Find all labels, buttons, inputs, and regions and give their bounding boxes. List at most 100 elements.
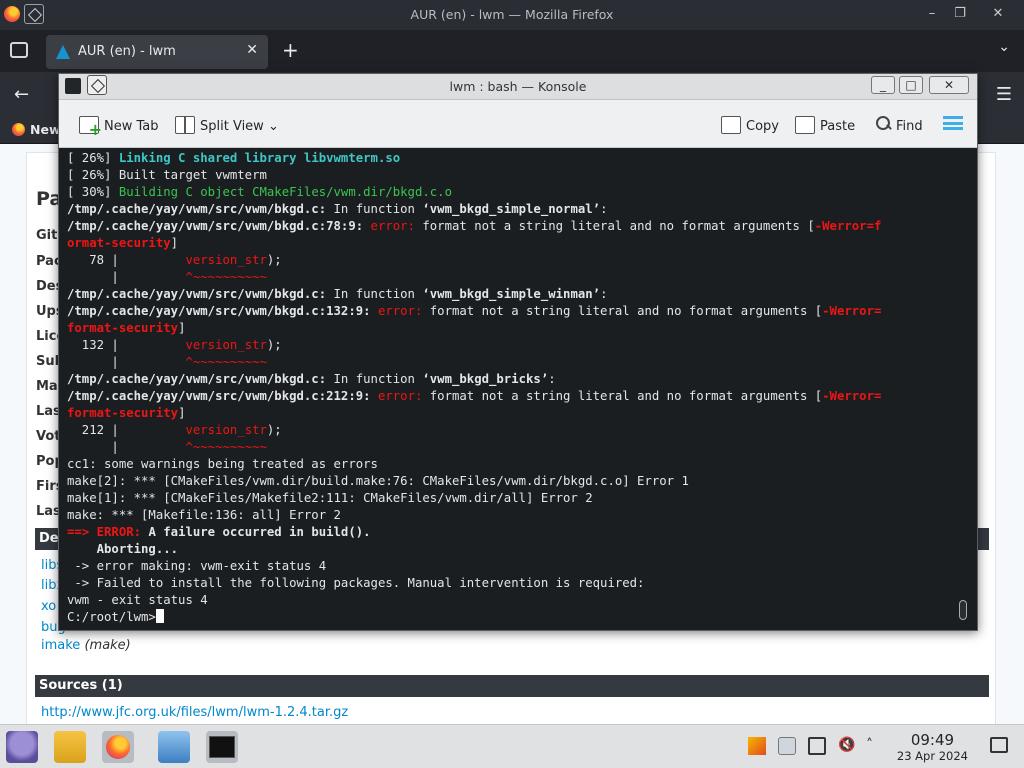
terminal-text: ); bbox=[266, 253, 282, 267]
terminal-text: : bbox=[600, 287, 608, 301]
terminal-text: | bbox=[67, 440, 186, 454]
terminal-text: make[1]: *** [CMakeFiles/Makefile2:111: … bbox=[67, 491, 593, 505]
konsole-icon bbox=[209, 736, 235, 758]
scrollbar-handle[interactable] bbox=[959, 600, 967, 620]
clock-date: 23 Apr 2024 bbox=[896, 749, 968, 763]
terminal-line: [ 26%] Linking C shared library libvwmte… bbox=[67, 150, 957, 167]
copy-button[interactable]: Copy bbox=[721, 116, 779, 134]
update-notifier-icon[interactable] bbox=[748, 737, 766, 755]
search-icon bbox=[875, 116, 891, 134]
terminal-text: ); bbox=[266, 423, 282, 437]
volume-muted-icon[interactable]: 🔇 bbox=[838, 737, 856, 755]
paste-label: Paste bbox=[820, 119, 856, 134]
back-button[interactable]: ← bbox=[14, 84, 29, 105]
terminal-line: [ 30%] Building C object CMakeFiles/vwm.… bbox=[67, 184, 957, 201]
split-view-button[interactable]: Split View ⌄ bbox=[175, 116, 279, 134]
terminal-text: [ 26%] bbox=[67, 151, 119, 165]
system-settings-icon[interactable] bbox=[158, 731, 190, 763]
terminal-line: format-security] bbox=[67, 405, 957, 422]
find-label: Find bbox=[896, 119, 923, 134]
maximize-button[interactable]: ❐ bbox=[950, 4, 970, 24]
terminal-text: -> error making: vwm-exit status 4 bbox=[67, 559, 327, 573]
terminal-text: error: bbox=[377, 304, 423, 318]
dependency-link[interactable]: xo bbox=[41, 599, 56, 614]
terminal-line: Aborting... bbox=[67, 541, 957, 558]
desktop: AUR (en) - lwm — Mozilla Firefox – ❐ ✕ A… bbox=[0, 0, 1024, 768]
tab-list-icon[interactable] bbox=[10, 42, 28, 58]
terminal-text: ormat-security bbox=[67, 236, 171, 250]
close-button[interactable]: ✕ bbox=[929, 76, 969, 94]
terminal-text: /tmp/.cache/yay/vwm/src/vwm/bkgd.c: bbox=[67, 202, 327, 216]
bookmark-item[interactable]: New bbox=[12, 122, 61, 137]
terminal-output[interactable]: [ 26%] Linking C shared library libvwmte… bbox=[67, 150, 957, 626]
firefox-icon bbox=[106, 735, 130, 759]
find-button[interactable]: Find bbox=[875, 116, 923, 134]
terminal-line: format-security] bbox=[67, 320, 957, 337]
terminal-text: version_str bbox=[185, 253, 267, 267]
terminal-text: ‘vwm_bkgd_bricks’ bbox=[422, 372, 549, 386]
terminal-line: vwm - exit status 4 bbox=[67, 592, 957, 609]
chevron-down-icon[interactable]: ⌄ bbox=[998, 39, 1010, 55]
terminal-line: -> error making: vwm-exit status 4 bbox=[67, 558, 957, 575]
notes-icon[interactable] bbox=[808, 737, 826, 755]
terminal-text: ‘vwm_bkgd_simple_winman’ bbox=[422, 287, 601, 301]
konsole-task[interactable] bbox=[206, 731, 238, 763]
terminal-text: /tmp/.cache/yay/vwm/src/vwm/bkgd.c:132:9… bbox=[67, 304, 371, 318]
split-view-icon bbox=[175, 116, 195, 134]
tab-close-icon[interactable]: ✕ bbox=[246, 42, 258, 58]
split-view-label: Split View bbox=[200, 119, 264, 134]
terminal-text: ] bbox=[178, 406, 186, 420]
copy-label: Copy bbox=[746, 119, 779, 134]
terminal-text: version_str bbox=[185, 338, 267, 352]
terminal-text: ] bbox=[170, 236, 179, 250]
terminal-text: /tmp/.cache/yay/vwm/src/vwm/bkgd.c: bbox=[67, 287, 327, 301]
hamburger-menu-icon[interactable] bbox=[943, 116, 963, 130]
konsole-titlebar[interactable]: lwm : bash — Konsole _ □ ✕ bbox=[59, 74, 977, 100]
terminal-text: format not a string literal and no forma… bbox=[422, 389, 823, 403]
show-desktop-icon[interactable] bbox=[990, 737, 1008, 753]
minimize-button[interactable]: _ bbox=[871, 76, 895, 94]
source-link[interactable]: http://www.jfc.org.uk/files/lwm/lwm-1.2.… bbox=[41, 705, 348, 720]
terminal-text: ^~~~~~~~~~~ bbox=[185, 355, 267, 369]
paste-button[interactable]: Paste bbox=[795, 116, 855, 134]
app-menu-button[interactable]: ☰ bbox=[996, 84, 1012, 105]
terminal-line: /tmp/.cache/yay/vwm/src/vwm/bkgd.c:132:9… bbox=[67, 303, 957, 320]
new-tab-button[interactable]: New Tab bbox=[79, 116, 159, 139]
chevron-up-icon[interactable]: ˄ bbox=[866, 737, 884, 755]
terminal-line: make[1]: *** [CMakeFiles/Makefile2:111: … bbox=[67, 490, 957, 507]
clock-time: 09:49 bbox=[910, 731, 955, 749]
tab-aur-lwm[interactable]: AUR (en) - lwm ✕ bbox=[46, 35, 268, 69]
terminal-line: ormat-security] bbox=[67, 235, 957, 252]
terminal-text: ^~~~~~~~~~~ bbox=[185, 440, 267, 454]
taskbar: 🔇 ˄ 09:49 23 Apr 2024 bbox=[0, 724, 1024, 768]
minimize-button[interactable]: – bbox=[922, 4, 942, 24]
file-manager-icon[interactable] bbox=[54, 731, 86, 763]
dependency-link[interactable]: imake bbox=[41, 638, 80, 653]
dependency-item[interactable]: imake (make) bbox=[41, 638, 131, 653]
terminal-line: | ^~~~~~~~~~~ bbox=[67, 269, 957, 286]
terminal-text: [ 30%] bbox=[67, 185, 119, 199]
terminal-text: Aborting... bbox=[67, 542, 179, 556]
firefox-task[interactable] bbox=[102, 731, 134, 763]
terminal-text: /tmp/.cache/yay/vwm/src/vwm/bkgd.c: bbox=[67, 372, 327, 386]
maximize-button[interactable]: □ bbox=[899, 76, 923, 94]
arch-favicon-icon bbox=[56, 45, 70, 59]
close-button[interactable]: ✕ bbox=[988, 4, 1008, 24]
app-launcher-icon[interactable] bbox=[6, 731, 38, 763]
firefox-titlebar[interactable]: AUR (en) - lwm — Mozilla Firefox – ❐ ✕ bbox=[0, 0, 1024, 30]
terminal-text: -Werror= bbox=[822, 304, 882, 318]
clipboard-icon[interactable] bbox=[778, 737, 796, 755]
terminal-text: 132 | bbox=[67, 338, 186, 352]
terminal-line: 78 | version_str); bbox=[67, 252, 957, 269]
terminal-line: cc1: some warnings being treated as erro… bbox=[67, 456, 957, 473]
clock[interactable]: 09:49 23 Apr 2024 bbox=[897, 731, 968, 763]
new-tab-button[interactable]: + bbox=[282, 38, 299, 62]
terminal-text: Building C object CMakeFiles/vwm.dir/bkg… bbox=[118, 185, 452, 199]
terminal-cursor bbox=[155, 609, 164, 623]
terminal-line: make: *** [Makefile:136: all] Error 2 bbox=[67, 507, 957, 524]
window-title: AUR (en) - lwm — Mozilla Firefox bbox=[410, 7, 614, 22]
konsole-toolbar: New Tab Split View ⌄ Copy Paste Find bbox=[59, 100, 977, 148]
terminal-line: 212 | version_str); bbox=[67, 422, 957, 439]
